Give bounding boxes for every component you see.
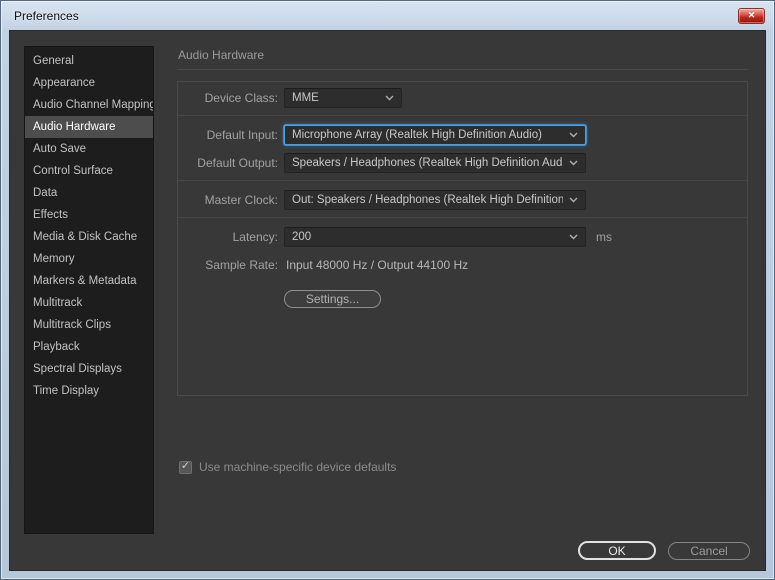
- default-output-label: Default Output:: [197, 156, 278, 170]
- machine-defaults-label: Use machine-specific device defaults: [199, 460, 397, 474]
- sidebar-item-audio-channel-mapping[interactable]: Audio Channel Mapping: [25, 94, 153, 116]
- chevron-down-icon: [569, 197, 578, 203]
- divider: [178, 180, 747, 181]
- sidebar-item-general[interactable]: General: [25, 50, 153, 72]
- chevron-down-icon: [569, 132, 578, 138]
- heading-divider: [177, 69, 748, 70]
- sidebar-item-control-surface[interactable]: Control Surface: [25, 160, 153, 182]
- latency-row: Latency: 200 ms: [190, 226, 735, 248]
- cancel-button[interactable]: Cancel: [668, 541, 750, 560]
- sidebar-item-data[interactable]: Data: [25, 182, 153, 204]
- sidebar-item-media-disk-cache[interactable]: Media & Disk Cache: [25, 226, 153, 248]
- ok-button[interactable]: OK: [578, 541, 656, 560]
- machine-defaults-checkbox[interactable]: ✓: [179, 460, 192, 474]
- preferences-dialog: General Appearance Audio Channel Mapping…: [9, 30, 766, 571]
- device-class-value: MME: [292, 92, 319, 104]
- master-clock-value: Out: Speakers / Headphones (Realtek High…: [292, 194, 563, 206]
- chevron-down-icon: [569, 160, 578, 166]
- main-panel: Audio Hardware Device Class: MME Default…: [177, 46, 748, 570]
- sidebar-item-time-display[interactable]: Time Display: [25, 380, 153, 402]
- default-input-label: Default Input:: [206, 128, 278, 142]
- check-icon: ✓: [180, 460, 191, 472]
- default-input-row: Default Input: Microphone Array (Realtek…: [190, 124, 735, 146]
- master-clock-row: Master Clock: Out: Speakers / Headphones…: [190, 189, 735, 211]
- preferences-window: Preferences ✕ General Appearance Audio C…: [0, 0, 775, 580]
- sidebar-item-multitrack[interactable]: Multitrack: [25, 292, 153, 314]
- footer: OK Cancel: [578, 541, 750, 560]
- divider: [178, 217, 747, 218]
- default-output-row: Default Output: Speakers / Headphones (R…: [190, 152, 735, 174]
- latency-value: 200: [292, 231, 312, 243]
- latency-label: Latency:: [232, 230, 278, 244]
- master-clock-label: Master Clock:: [204, 193, 278, 207]
- default-output-select[interactable]: Speakers / Headphones (Realtek High Defi…: [284, 153, 586, 173]
- sample-rate-value: Input 48000 Hz / Output 44100 Hz: [286, 258, 469, 272]
- page-title: Audio Hardware: [178, 48, 265, 62]
- divider: [178, 115, 747, 116]
- settings-button[interactable]: Settings...: [284, 290, 381, 308]
- sidebar-item-memory[interactable]: Memory: [25, 248, 153, 270]
- settings-row: Settings...: [190, 290, 735, 308]
- sidebar-item-spectral-displays[interactable]: Spectral Displays: [25, 358, 153, 380]
- default-input-select[interactable]: Microphone Array (Realtek High Definitio…: [284, 125, 586, 145]
- master-clock-select[interactable]: Out: Speakers / Headphones (Realtek High…: [284, 190, 586, 210]
- latency-select[interactable]: 200: [284, 227, 586, 247]
- sidebar-item-markers-metadata[interactable]: Markers & Metadata: [25, 270, 153, 292]
- sidebar: General Appearance Audio Channel Mapping…: [24, 46, 154, 534]
- close-icon: ✕: [747, 10, 756, 20]
- sample-rate-label: Sample Rate:: [205, 258, 278, 272]
- machine-defaults-row[interactable]: ✓ Use machine-specific device defaults: [179, 460, 748, 474]
- sidebar-item-audio-hardware[interactable]: Audio Hardware: [25, 116, 153, 138]
- latency-unit: ms: [596, 230, 612, 244]
- default-output-value: Speakers / Headphones (Realtek High Defi…: [292, 157, 563, 169]
- sidebar-item-playback[interactable]: Playback: [25, 336, 153, 358]
- close-button[interactable]: ✕: [738, 7, 765, 24]
- sidebar-item-multitrack-clips[interactable]: Multitrack Clips: [25, 314, 153, 336]
- device-class-label: Device Class:: [204, 91, 278, 105]
- sidebar-item-appearance[interactable]: Appearance: [25, 72, 153, 94]
- default-input-value: Microphone Array (Realtek High Definitio…: [292, 129, 542, 141]
- sample-rate-row: Sample Rate: Input 48000 Hz / Output 441…: [190, 254, 735, 276]
- chevron-down-icon: [385, 95, 394, 101]
- device-class-row: Device Class: MME: [190, 87, 735, 109]
- sidebar-item-auto-save[interactable]: Auto Save: [25, 138, 153, 160]
- titlebar[interactable]: Preferences ✕: [1, 1, 774, 30]
- audio-hardware-group: Device Class: MME Default Input: Microph…: [177, 81, 748, 396]
- chevron-down-icon: [569, 234, 578, 240]
- device-class-select[interactable]: MME: [284, 88, 402, 108]
- window-title: Preferences: [14, 8, 79, 23]
- sidebar-item-effects[interactable]: Effects: [25, 204, 153, 226]
